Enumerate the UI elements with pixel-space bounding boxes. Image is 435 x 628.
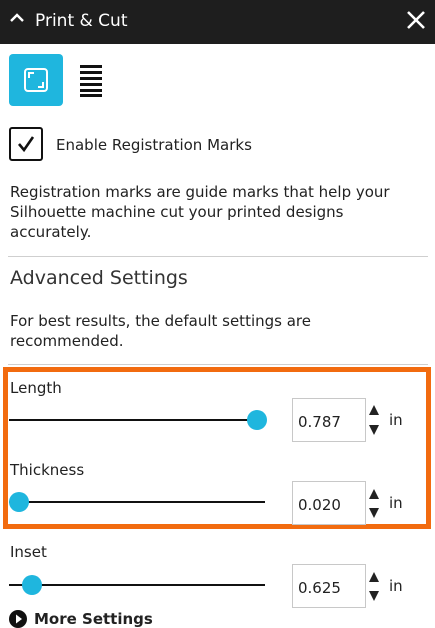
panel-title: Print & Cut: [35, 11, 128, 31]
spinner-down-icon[interactable]: [368, 424, 380, 436]
slider-thumb[interactable]: [247, 410, 268, 430]
thickness-slider[interactable]: [9, 490, 265, 514]
play-circle-icon: [9, 610, 27, 628]
inset-input[interactable]: 0.625: [292, 564, 366, 608]
registration-marks-icon: [24, 68, 48, 92]
advanced-settings-title: Advanced Settings: [10, 267, 188, 289]
thickness-unit: in: [389, 494, 403, 512]
list-icon[interactable]: [80, 63, 102, 97]
enable-registration-checkbox[interactable]: [9, 127, 43, 161]
spinner-down-icon[interactable]: [368, 507, 380, 519]
inset-slider[interactable]: [9, 573, 265, 597]
slider-thumb[interactable]: [9, 492, 30, 512]
length-slider[interactable]: [9, 408, 268, 432]
panel-titlebar: Print & Cut: [0, 0, 435, 44]
inset-label: Inset: [10, 543, 47, 561]
length-label: Length: [10, 379, 62, 397]
more-settings-label[interactable]: More Settings: [34, 610, 153, 628]
thickness-label: Thickness: [10, 461, 85, 479]
length-input[interactable]: 0.787: [292, 398, 366, 442]
tab-registration-marks[interactable]: [9, 54, 63, 106]
close-icon[interactable]: [405, 9, 427, 31]
advanced-settings-description: For best results, the default settings a…: [10, 312, 311, 350]
divider: [8, 256, 428, 257]
length-unit: in: [389, 411, 403, 429]
enable-registration-label[interactable]: Enable Registration Marks: [56, 136, 252, 154]
spinner-down-icon[interactable]: [368, 590, 380, 602]
inset-unit: in: [389, 577, 403, 595]
spinner-up-icon[interactable]: [368, 488, 380, 500]
thickness-input[interactable]: 0.020: [292, 481, 366, 525]
spinner-up-icon[interactable]: [368, 404, 380, 416]
slider-track: [9, 584, 265, 586]
spinner-up-icon[interactable]: [368, 571, 380, 583]
divider: [8, 364, 428, 365]
slider-track: [9, 501, 265, 503]
registration-description: Registration marks are guide marks that …: [10, 183, 390, 241]
checkmark-icon: [18, 136, 35, 153]
chevron-up-icon[interactable]: [9, 10, 25, 26]
slider-track: [9, 419, 265, 421]
slider-thumb[interactable]: [22, 575, 43, 595]
